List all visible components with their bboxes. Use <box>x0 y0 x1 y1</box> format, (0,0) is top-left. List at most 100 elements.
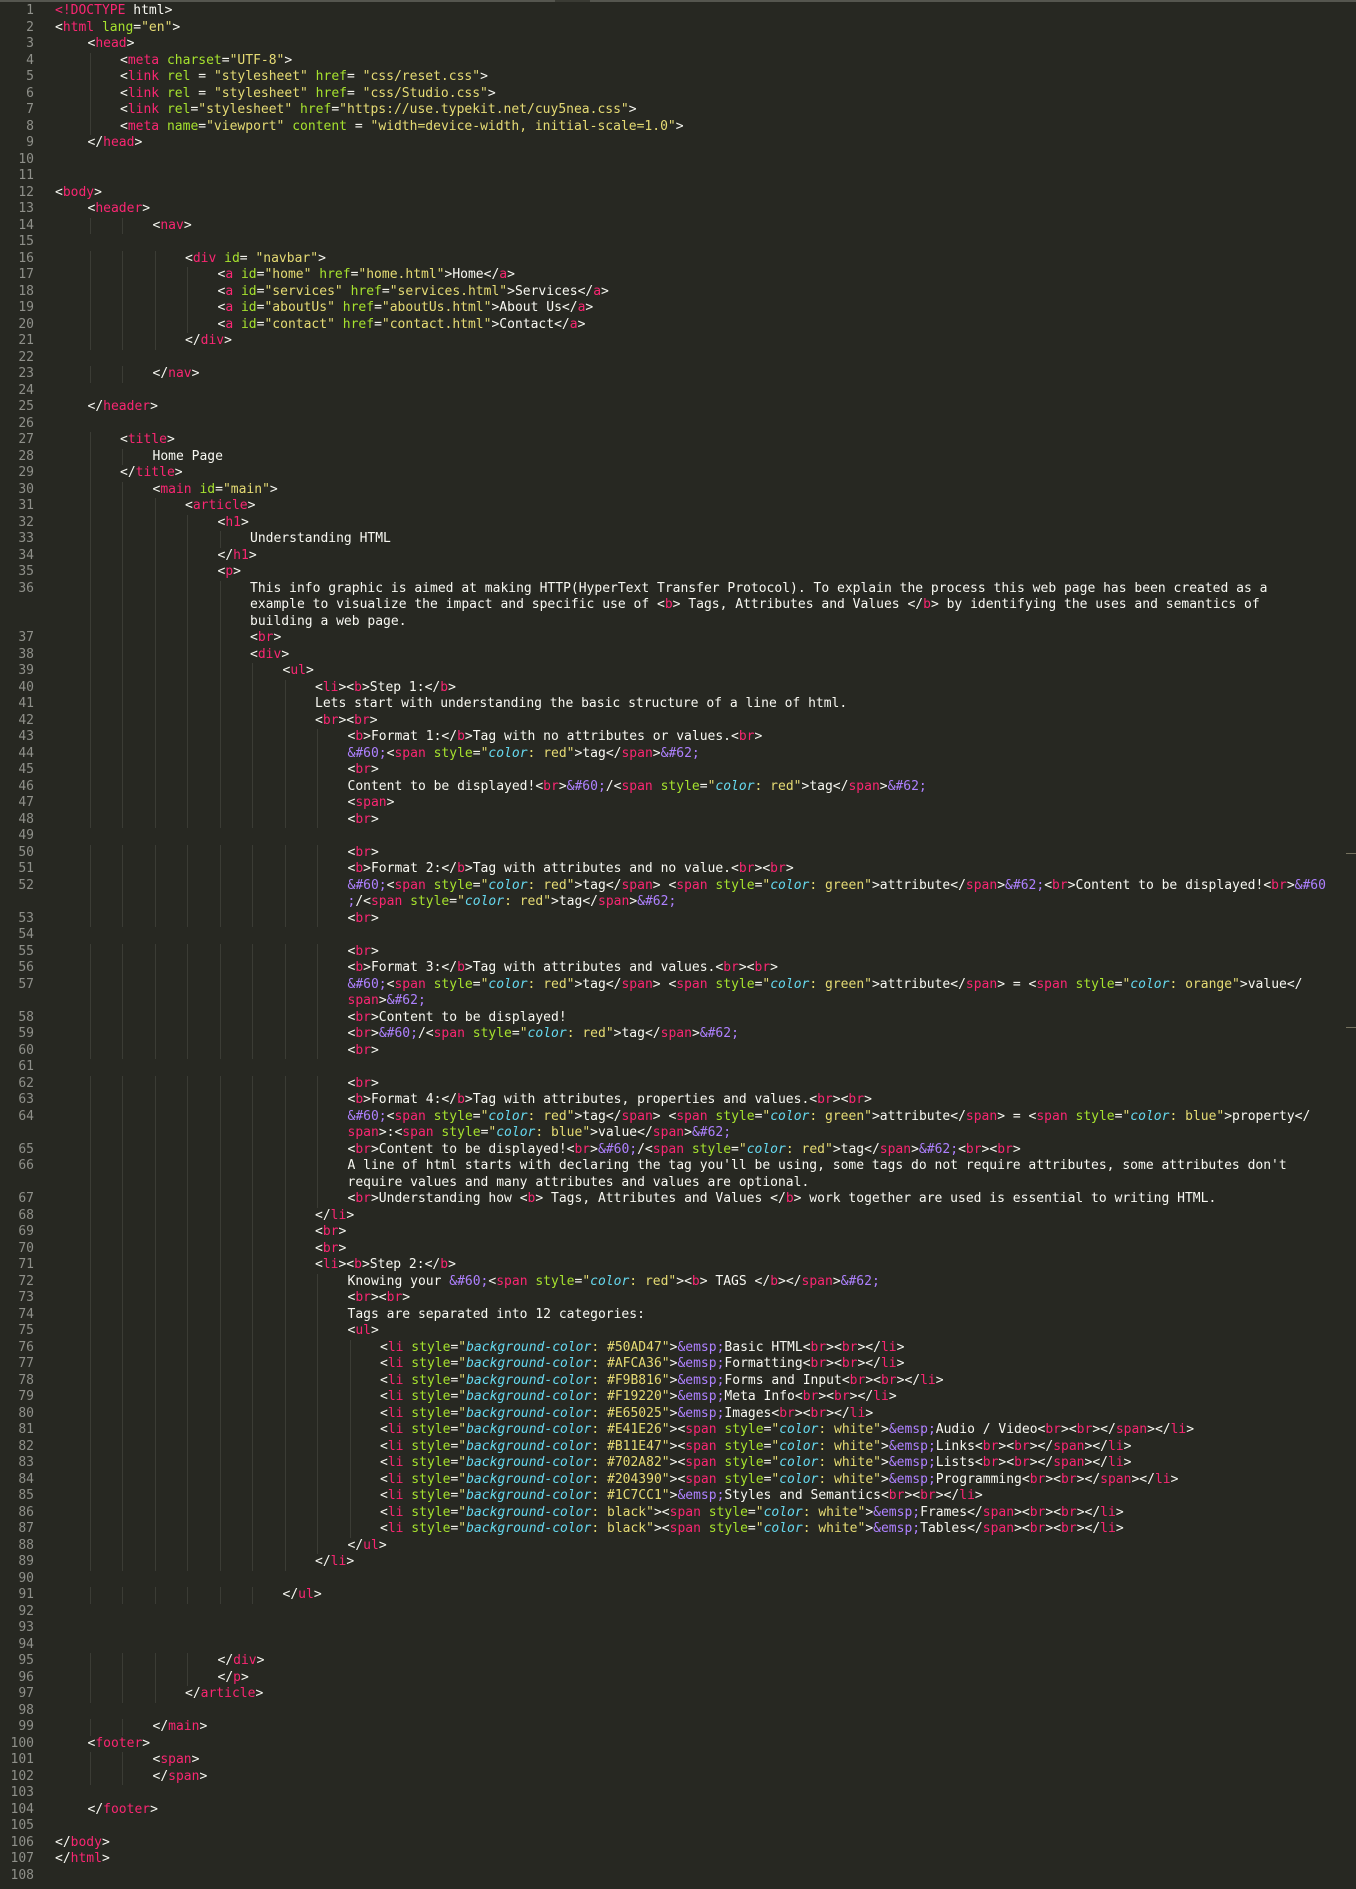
code-line[interactable]: 25 </header> <box>0 399 1356 416</box>
code-line[interactable]: 87 <li style="background-color: black"><s… <box>0 1521 1356 1538</box>
code-line[interactable]: 106 </body> <box>0 1835 1356 1852</box>
code-line[interactable]: 41 Lets start with understanding the basi… <box>0 696 1356 713</box>
code-line[interactable]: 61 <box>0 1059 1356 1076</box>
code-line[interactable]: 46 Content to be displayed!<br>&#60;/<spa… <box>0 778 1356 795</box>
code-line[interactable]: 64 &#60;<span style="color: red">tag</spa… <box>0 1108 1356 1125</box>
code-line[interactable]: ;/<span style="color: red">tag</span>&#6… <box>0 894 1356 911</box>
code-line[interactable]: 23 </nav> <box>0 366 1356 383</box>
code-line[interactable]: 47 <span> <box>0 795 1356 812</box>
code-line[interactable]: 70 <br> <box>0 1240 1356 1257</box>
code-line[interactable]: 16 <div id= "navbar"> <box>0 250 1356 267</box>
code-line[interactable]: 14 <nav> <box>0 217 1356 234</box>
code-line[interactable]: 1 <!DOCTYPE html> <box>0 3 1356 20</box>
code-line[interactable]: 69 <br> <box>0 1224 1356 1241</box>
code-line[interactable]: 32 <h1> <box>0 514 1356 531</box>
code-line[interactable]: 71 <li><b>Step 2:</b> <box>0 1257 1356 1274</box>
code-line[interactable]: 54 <box>0 927 1356 944</box>
code-line[interactable]: 11 <box>0 168 1356 185</box>
code-line[interactable]: 44 &#60;<span style="color: red">tag</spa… <box>0 745 1356 762</box>
code-line[interactable]: 60 <br> <box>0 1042 1356 1059</box>
code-line[interactable]: 78 <li style="background-color: #F9B816">… <box>0 1372 1356 1389</box>
code-line[interactable]: building a web page. <box>0 613 1356 630</box>
code-line[interactable]: 68 </li> <box>0 1207 1356 1224</box>
code-line[interactable]: 97 </article> <box>0 1686 1356 1703</box>
code-line[interactable]: 3 <head> <box>0 36 1356 53</box>
code-line[interactable]: 15 <box>0 234 1356 251</box>
code-line[interactable]: 82 <li style="background-color: #B11E47">… <box>0 1438 1356 1455</box>
code-line[interactable]: 45 <br> <box>0 762 1356 779</box>
code-line[interactable]: 5 <link rel = "stylesheet" href= "css/res… <box>0 69 1356 86</box>
code-line[interactable]: 77 <li style="background-color: #AFCA36">… <box>0 1356 1356 1373</box>
code-line[interactable]: 19 <a id="aboutUs" href="aboutUs.html">Ab… <box>0 300 1356 317</box>
code-line[interactable]: 29 </title> <box>0 465 1356 482</box>
code-line[interactable]: 52 &#60;<span style="color: red">tag</spa… <box>0 877 1356 894</box>
code-line[interactable]: 108 <box>0 1868 1356 1885</box>
code-line[interactable]: 55 <br> <box>0 943 1356 960</box>
code-line[interactable]: 36 This info graphic is aimed at making H… <box>0 580 1356 597</box>
code-line[interactable]: 100 <footer> <box>0 1736 1356 1753</box>
code-line[interactable]: 93 <box>0 1620 1356 1637</box>
code-line[interactable]: 65 <br>Content to be displayed!<br>&#60;/… <box>0 1141 1356 1158</box>
code-line[interactable]: 48 <br> <box>0 811 1356 828</box>
code-line[interactable]: 51 <b>Format 2:</b>Tag with attributes an… <box>0 861 1356 878</box>
code-line[interactable]: 86 <li style="background-color: black"><s… <box>0 1504 1356 1521</box>
code-line[interactable]: 34 </h1> <box>0 547 1356 564</box>
code-line[interactable]: 105 <box>0 1818 1356 1835</box>
code-line[interactable]: 59 <br>&#60;/<span style="color: red">tag… <box>0 1026 1356 1043</box>
code-line[interactable]: 8 <meta name="viewport" content = "width=… <box>0 118 1356 135</box>
code-line[interactable]: 84 <li style="background-color: #204390">… <box>0 1471 1356 1488</box>
code-line[interactable]: span>:<span style="color: blue">value</s… <box>0 1125 1356 1142</box>
code-line[interactable]: 12 <body> <box>0 185 1356 202</box>
code-line[interactable]: 7 <link rel="stylesheet" href="https://us… <box>0 102 1356 119</box>
code-line[interactable]: 74 Tags are separated into 12 categories: <box>0 1306 1356 1323</box>
code-line[interactable]: 96 </p> <box>0 1669 1356 1686</box>
code-line[interactable]: 79 <li style="background-color: #F19220">… <box>0 1389 1356 1406</box>
code-line[interactable]: 31 <article> <box>0 498 1356 515</box>
code-line[interactable]: 76 <li style="background-color: #50AD47">… <box>0 1339 1356 1356</box>
code-line[interactable]: 20 <a id="contact" href="contact.html">Co… <box>0 316 1356 333</box>
code-line[interactable]: 21 </div> <box>0 333 1356 350</box>
code-line[interactable]: 89 </li> <box>0 1554 1356 1571</box>
code-line[interactable]: span>&#62; <box>0 993 1356 1010</box>
code-line[interactable]: 39 <ul> <box>0 663 1356 680</box>
code-line[interactable]: 18 <a id="services" href="services.html">… <box>0 283 1356 300</box>
code-line[interactable]: 57 &#60;<span style="color: red">tag</spa… <box>0 976 1356 993</box>
code-line[interactable]: 73 <br><br> <box>0 1290 1356 1307</box>
code-line[interactable]: 72 Knowing your &#60;<span style="color: … <box>0 1273 1356 1290</box>
code-line[interactable]: example to visualize the impact and spec… <box>0 597 1356 614</box>
code-line[interactable]: 4 <meta charset="UTF-8"> <box>0 52 1356 69</box>
code-line[interactable]: 40 <li><b>Step 1:</b> <box>0 679 1356 696</box>
code-line[interactable]: 6 <link rel = "stylesheet" href= "css/Stu… <box>0 85 1356 102</box>
code-line[interactable]: 56 <b>Format 3:</b>Tag with attributes an… <box>0 960 1356 977</box>
code-area[interactable]: 1 <!DOCTYPE html> 2 <html lang="en"> 3 <head>… <box>0 3 1356 1884</box>
code-line[interactable]: 35 <p> <box>0 564 1356 581</box>
code-line[interactable]: 62 <br> <box>0 1075 1356 1092</box>
code-line[interactable]: 17 <a id="home" href="home.html">Home</a> <box>0 267 1356 284</box>
code-line[interactable]: 92 <box>0 1604 1356 1621</box>
code-line[interactable]: 38 <div> <box>0 646 1356 663</box>
code-line[interactable]: 81 <li style="background-color: #E41E26">… <box>0 1422 1356 1439</box>
code-line[interactable]: 85 <li style="background-color: #1C7CC1">… <box>0 1488 1356 1505</box>
code-line[interactable]: 49 <box>0 828 1356 845</box>
code-line[interactable]: 22 <box>0 350 1356 367</box>
code-line[interactable]: 104 </footer> <box>0 1802 1356 1819</box>
code-line[interactable]: 98 <box>0 1703 1356 1720</box>
code-line[interactable]: 102 </span> <box>0 1768 1356 1785</box>
code-line[interactable]: 28 Home Page <box>0 448 1356 465</box>
code-line[interactable]: 80 <li style="background-color: #E65025">… <box>0 1405 1356 1422</box>
code-line[interactable]: 10 <box>0 152 1356 169</box>
code-line[interactable]: 91 </ul> <box>0 1587 1356 1604</box>
code-line[interactable]: 30 <main id="main"> <box>0 481 1356 498</box>
code-editor[interactable]: 1 <!DOCTYPE html> 2 <html lang="en"> 3 <head>… <box>0 0 1356 1889</box>
code-line[interactable]: 94 <box>0 1637 1356 1654</box>
code-line[interactable]: 88 </ul> <box>0 1537 1356 1554</box>
code-line[interactable]: require values and many attributes and v… <box>0 1174 1356 1191</box>
code-line[interactable]: 33 Understanding HTML <box>0 531 1356 548</box>
code-line[interactable]: 63 <b>Format 4:</b>Tag with attributes, p… <box>0 1092 1356 1109</box>
code-line[interactable]: 42 <br><br> <box>0 712 1356 729</box>
code-line[interactable]: 83 <li style="background-color: #702A82">… <box>0 1455 1356 1472</box>
code-line[interactable]: 107 </html> <box>0 1851 1356 1868</box>
code-line[interactable]: 58 <br>Content to be displayed! <box>0 1009 1356 1026</box>
code-line[interactable]: 75 <ul> <box>0 1323 1356 1340</box>
code-line[interactable]: 53 <br> <box>0 910 1356 927</box>
